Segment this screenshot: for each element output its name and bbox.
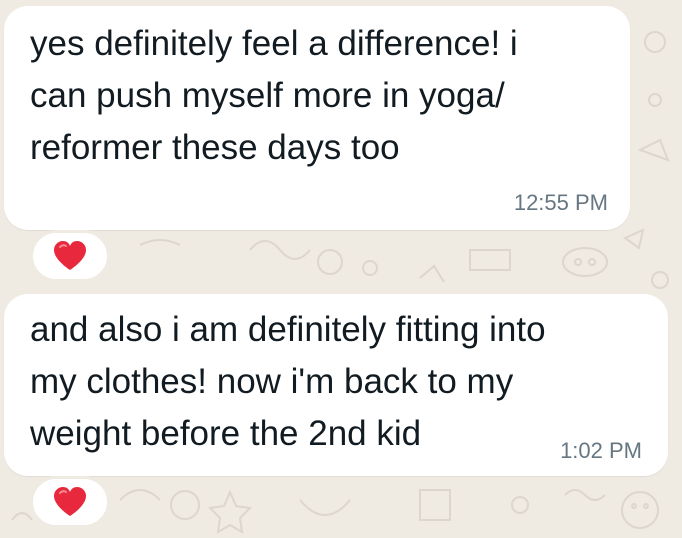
message-reaction[interactable] <box>30 230 110 282</box>
message-bubble[interactable]: and also i am definitely fitting into my… <box>4 294 668 476</box>
message-text: yes definitely feel a difference! i can … <box>30 18 518 174</box>
message-timestamp: 12:55 PM <box>513 190 608 215</box>
message-line: yes definitely feel a difference! i <box>30 24 518 63</box>
message-text: and also i am definitely fitting into my… <box>30 304 546 460</box>
message-line: can push myself more in yoga/ <box>30 76 505 115</box>
message-timestamp: 1:02 PM <box>560 438 642 463</box>
message-line: weight before the 2nd kid <box>30 414 422 453</box>
red-heart-icon <box>54 241 86 270</box>
red-heart-icon <box>54 487 86 516</box>
message-bubble[interactable]: yes definitely feel a difference! i can … <box>4 6 630 230</box>
message-line: reformer these days too <box>30 128 400 167</box>
message-line: and also i am definitely fitting into <box>30 310 546 349</box>
message-reaction[interactable] <box>30 476 110 528</box>
message-line: my clothes! now i'm back to my <box>30 362 514 401</box>
